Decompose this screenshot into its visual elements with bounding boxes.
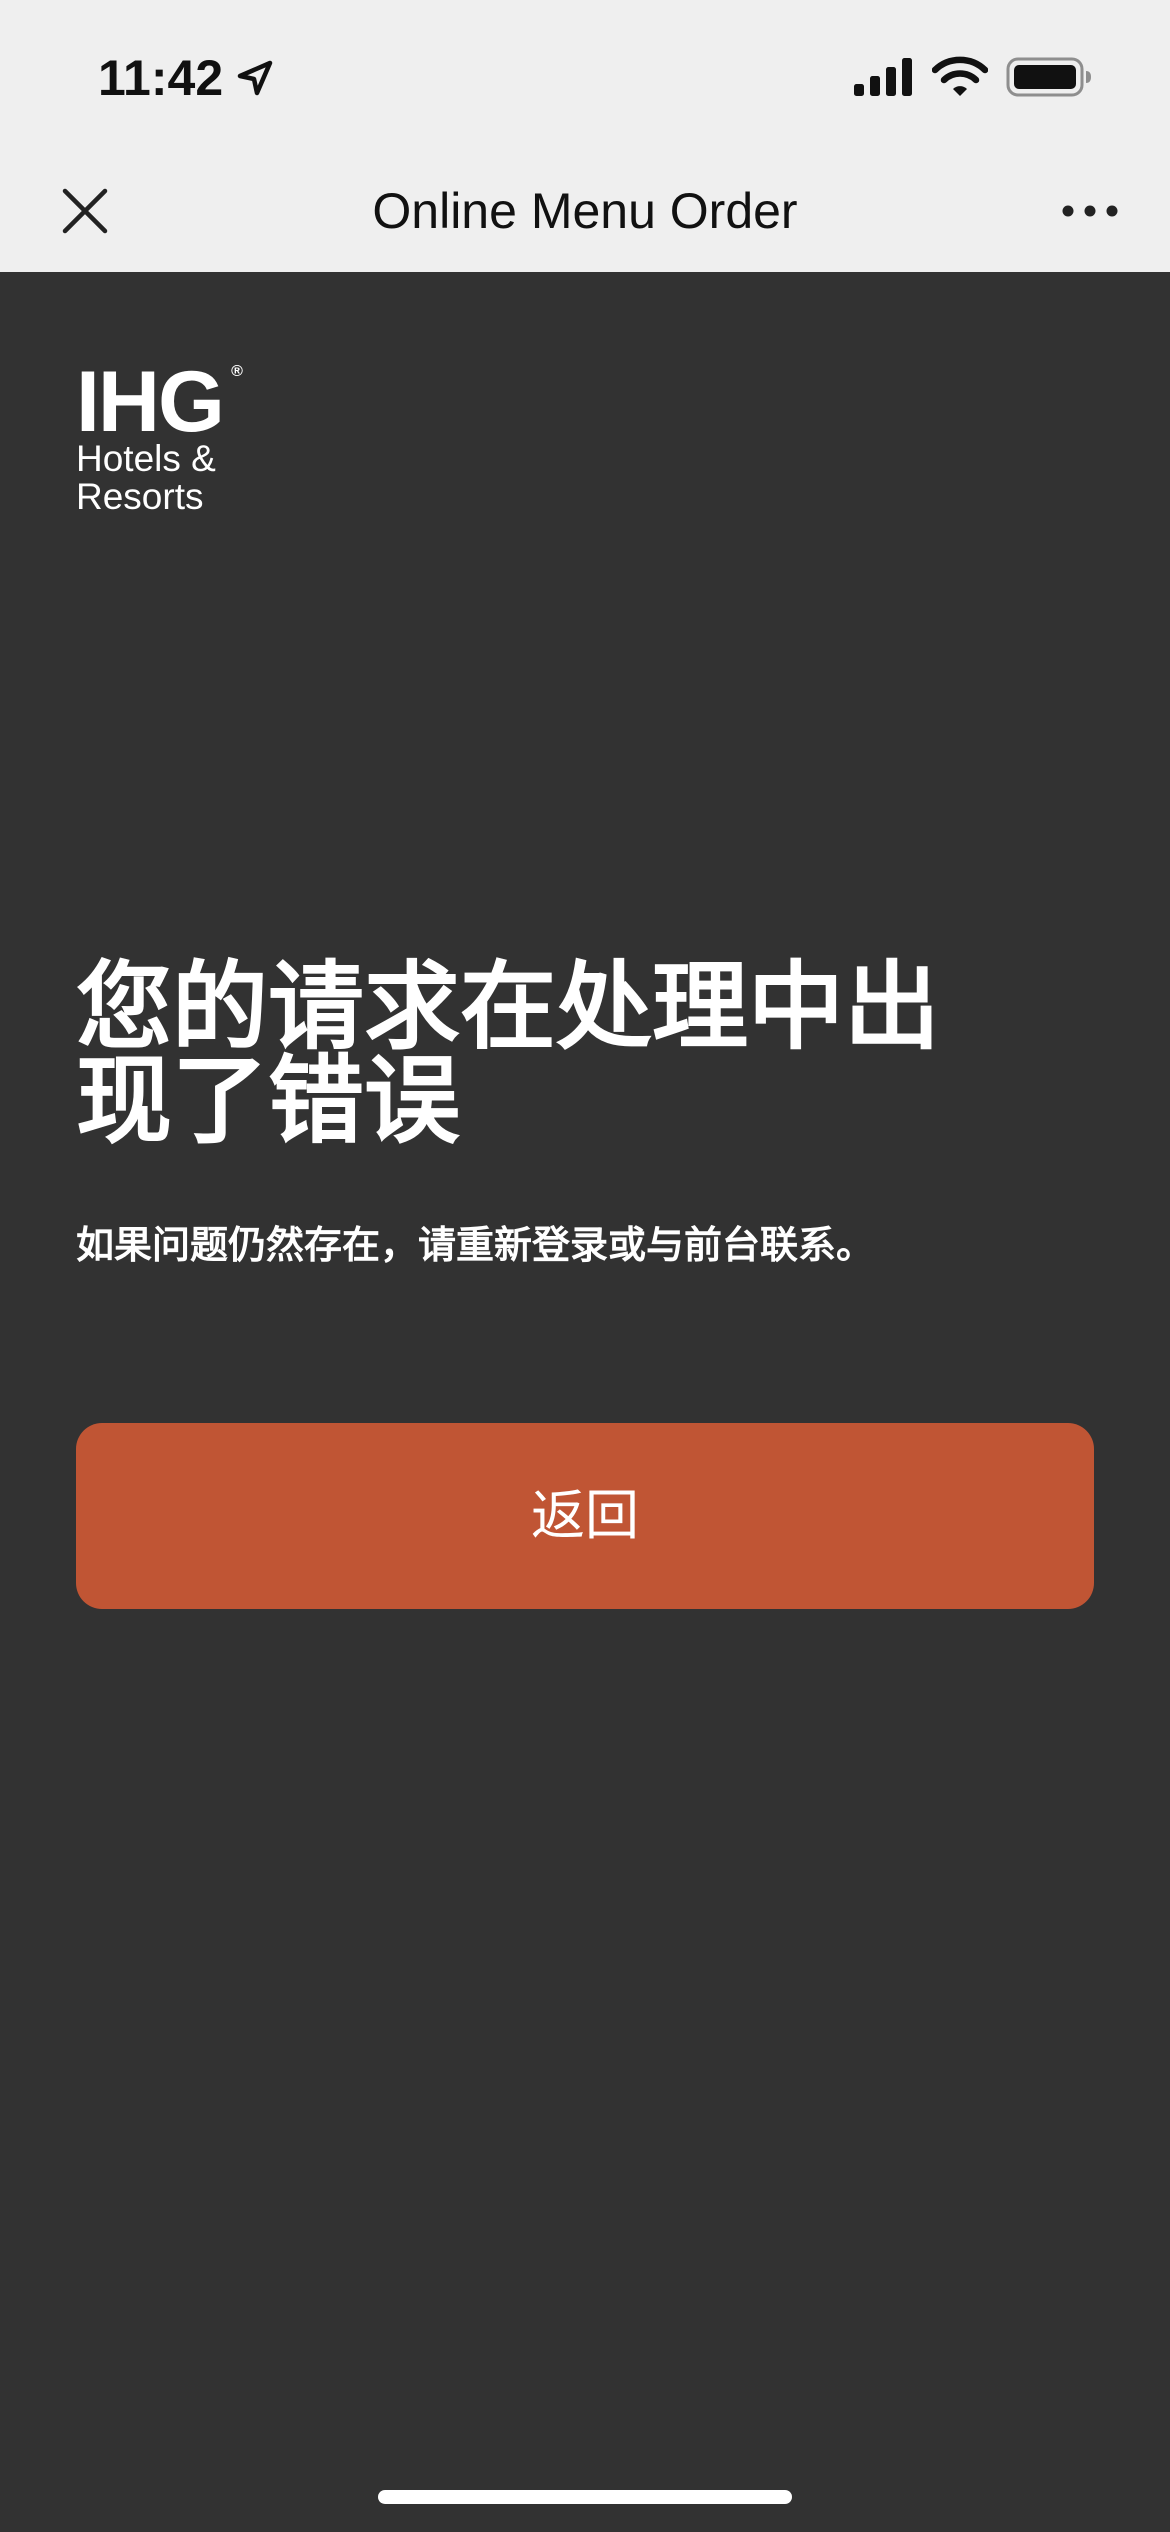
nav-title: Online Menu Order: [372, 183, 798, 239]
status-time: 11:42: [98, 50, 224, 106]
error-message: 如果问题仍然存在，请重新登录或与前台联系。: [76, 1223, 875, 1267]
logo-line-resorts: Resorts: [76, 476, 204, 517]
back-button[interactable]: 返回: [76, 1423, 1094, 1609]
home-indicator[interactable]: [378, 2490, 792, 2504]
close-button[interactable]: [50, 176, 120, 246]
error-title: 您的请求在处理中出现了错误: [76, 951, 940, 1157]
status-icons: [852, 52, 1092, 102]
content-area: IHG ® Hotels & Resorts 您的请求在处理中出现了错误 如果问…: [0, 272, 1170, 2532]
status-time-group: 11:42: [98, 46, 275, 110]
logo-mark: IHG ®: [76, 359, 243, 445]
ihg-logo: IHG ® Hotels & Resorts: [76, 359, 266, 517]
nav-bar: Online Menu Order: [0, 150, 1170, 272]
registered-mark: ®: [231, 363, 243, 380]
battery-icon: [1006, 57, 1091, 97]
status-bar: 11:42: [0, 0, 1170, 150]
logo-mark-text: IHG: [76, 354, 225, 450]
top-chrome: 11:42 Online Menu Order: [0, 0, 1170, 272]
app-screen: 11:42 Online Menu Order IHG ® Hotels & R…: [0, 0, 1170, 2532]
more-icon: [1062, 205, 1118, 217]
cellular-signal-icon: [854, 58, 912, 96]
close-icon: [62, 188, 108, 234]
more-button[interactable]: [1050, 176, 1130, 246]
location-arrow-icon: [237, 60, 273, 96]
wifi-icon: [932, 56, 988, 96]
